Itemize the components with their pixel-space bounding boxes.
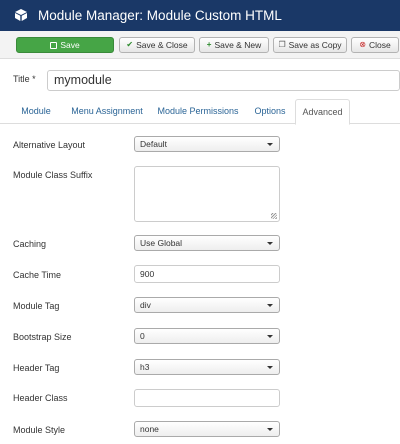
- cube-icon: [15, 9, 27, 21]
- header-class-input[interactable]: [134, 389, 280, 407]
- check-icon: ✔: [126, 40, 134, 49]
- page-header: Module Manager: Module Custom HTML: [0, 0, 400, 31]
- save-and-close-button[interactable]: ✔ Save & Close: [119, 37, 195, 53]
- tab-advanced[interactable]: Advanced: [295, 99, 350, 125]
- cache-time-label: Cache Time: [13, 270, 62, 280]
- caching-value: Use Global: [140, 238, 183, 248]
- save-button-label: Save: [60, 40, 80, 50]
- plus-icon: +: [206, 40, 212, 49]
- caret-down-icon: [267, 242, 273, 245]
- module-style-label: Module Style: [13, 425, 66, 435]
- caching-label: Caching: [13, 239, 47, 249]
- module-tag-label: Module Tag: [13, 301, 60, 311]
- caching-select[interactable]: Use Global: [134, 235, 280, 251]
- save-and-new-label: Save & New: [214, 40, 262, 50]
- caret-down-icon: [267, 428, 273, 431]
- tab-bar: Module Menu Assignment Module Permission…: [0, 99, 400, 125]
- caret-down-icon: [267, 304, 273, 307]
- module-class-suffix-label: Module Class Suffix: [13, 170, 93, 180]
- save-as-copy-label: Save as Copy: [288, 40, 342, 50]
- tab-menu-assignment[interactable]: Menu Assignment: [66, 99, 148, 124]
- caret-down-icon: [267, 366, 273, 369]
- close-icon: ⊗: [359, 40, 366, 49]
- toolbar: Save ✔ Save & Close + Save & New ❐ Save …: [0, 31, 400, 59]
- close-label: Close: [368, 40, 391, 50]
- save-button[interactable]: Save: [16, 37, 114, 53]
- module-tag-select[interactable]: div: [134, 297, 280, 313]
- cache-time-input[interactable]: 900: [134, 265, 280, 283]
- page-title: Module Manager: Module Custom HTML: [38, 8, 282, 23]
- tab-module-permissions[interactable]: Module Permissions: [155, 99, 241, 124]
- bootstrap-size-select[interactable]: 0: [134, 328, 280, 344]
- module-tag-value: div: [140, 300, 151, 310]
- title-label: Title *: [13, 74, 36, 84]
- save-as-copy-button[interactable]: ❐ Save as Copy: [273, 37, 347, 53]
- save-and-close-label: Save & Close: [136, 40, 188, 50]
- bootstrap-size-value: 0: [140, 331, 145, 341]
- save-and-new-button[interactable]: + Save & New: [199, 37, 269, 53]
- header-class-label: Header Class: [13, 393, 68, 403]
- bootstrap-size-label: Bootstrap Size: [13, 332, 72, 342]
- module-style-select[interactable]: none: [134, 421, 280, 437]
- alternative-layout-select[interactable]: Default: [134, 136, 280, 152]
- caret-down-icon: [267, 143, 273, 146]
- save-icon: [50, 41, 58, 49]
- alternative-layout-label: Alternative Layout: [13, 140, 86, 150]
- header-tag-select[interactable]: h3: [134, 359, 280, 375]
- module-class-suffix-textarea[interactable]: [134, 166, 280, 222]
- tab-options[interactable]: Options: [249, 99, 291, 124]
- close-button[interactable]: ⊗ Close: [351, 37, 399, 53]
- module-style-value: none: [140, 424, 159, 434]
- resize-grip-icon[interactable]: [271, 213, 277, 219]
- caret-down-icon: [267, 335, 273, 338]
- title-input[interactable]: mymodule: [47, 70, 400, 91]
- alternative-layout-value: Default: [140, 139, 167, 149]
- header-tag-label: Header Tag: [13, 363, 60, 373]
- tab-module[interactable]: Module: [14, 99, 58, 124]
- copy-icon: ❐: [278, 40, 286, 49]
- header-tag-value: h3: [140, 362, 150, 372]
